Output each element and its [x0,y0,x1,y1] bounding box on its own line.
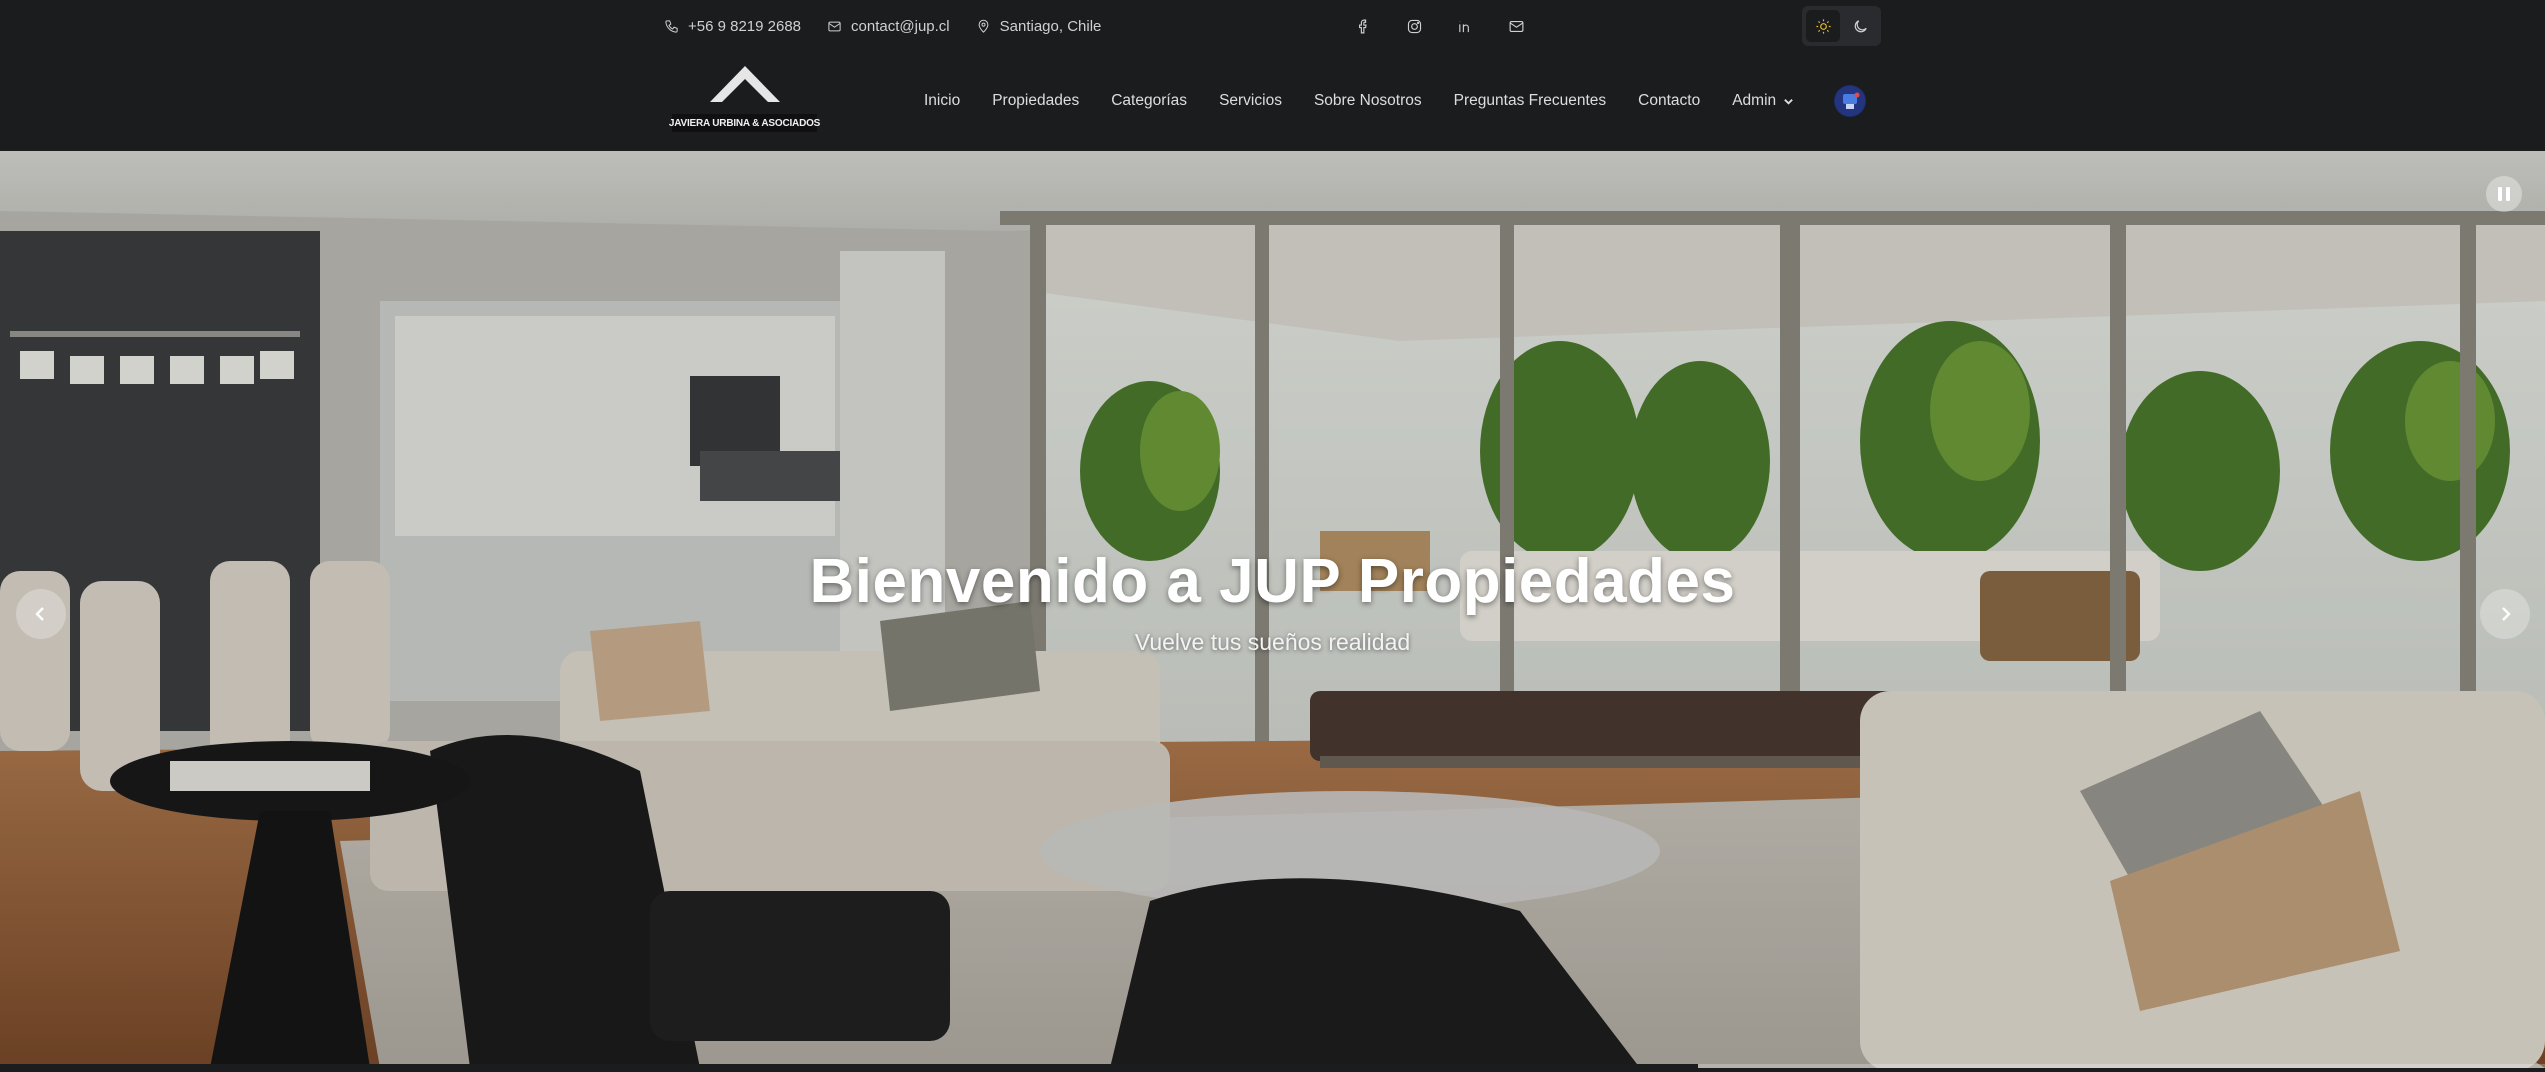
mail-icon [1509,20,1523,32]
theme-toggle [1802,6,1881,46]
nav-menu: Inicio Propiedades Categorías Servicios … [924,92,1794,110]
email-link[interactable] [1507,17,1525,35]
phone-icon [665,19,678,33]
hero-carousel: Bienvenido a JUP Propiedades Vuelve tus … [0,151,2545,1068]
brand-logo[interactable]: JAVIERA URBINA & ASOCIADOS [669,64,820,140]
instagram-icon [1407,19,1421,33]
logo-text: JAVIERA URBINA & ASOCIADOS [669,114,820,132]
carousel-pause-button[interactable] [2486,176,2522,212]
nav-sobre-nosotros[interactable]: Sobre Nosotros [1314,92,1422,110]
nav-inicio[interactable]: Inicio [924,92,960,110]
nav-preguntas-frecuentes[interactable]: Preguntas Frecuentes [1454,92,1607,110]
carousel-next-button[interactable] [2480,589,2530,639]
email-contact[interactable]: contact@jup.cl [827,18,950,35]
slide-progress-fill [0,1064,1698,1068]
linkedin-link[interactable] [1456,17,1474,35]
instagram-link[interactable] [1405,17,1423,35]
nav-contacto[interactable]: Contacto [1638,92,1700,110]
nav-servicios[interactable]: Servicios [1219,92,1282,110]
linkedin-icon [1458,20,1469,32]
hero-text: Bienvenido a JUP Propiedades Vuelve tus … [0,546,2545,656]
hero-subtitle: Vuelve tus sueños realidad [1134,629,1411,655]
chevron-right-icon [2502,607,2511,621]
moon-icon [1854,19,1867,32]
chevron-left-icon [35,607,44,621]
light-theme-button[interactable] [1806,10,1840,42]
phone-text: +56 9 8219 2688 [688,17,802,35]
email-text: contact@jup.cl [851,17,950,35]
nav-admin-dropdown[interactable]: Admin [1732,92,1794,110]
nav-categorias[interactable]: Categorías [1111,92,1187,110]
main-navbar: JAVIERA URBINA & ASOCIADOS Inicio Propie… [0,52,2545,151]
nav-propiedades[interactable]: Propiedades [992,92,1079,110]
nav-admin-label: Admin [1732,92,1777,109]
facebook-icon [1358,19,1367,33]
phone-contact[interactable]: +56 9 8219 2688 [664,18,801,35]
pause-icon [2498,187,2502,201]
social-links [1354,14,1525,38]
location-text: Santiago, Chile [999,17,1102,35]
chevron-down-icon [1784,98,1793,105]
map-pin-icon [978,19,989,33]
location-contact: Santiago, Chile [976,17,1102,35]
contact-info: +56 9 8219 2688 contact@jup.cl Santiago,… [664,14,1101,38]
carousel-prev-button[interactable] [16,589,66,639]
dark-theme-button[interactable] [1843,10,1877,42]
sun-icon [1815,18,1831,34]
avatar-image [1835,86,1865,116]
hero-title: Bienvenido a JUP Propiedades [809,547,1736,616]
slide-progress-bar [0,1064,2545,1068]
facebook-link[interactable] [1354,17,1372,35]
user-avatar[interactable] [1834,85,1866,117]
top-bar: +56 9 8219 2688 contact@jup.cl Santiago,… [0,0,2545,52]
mail-icon [828,21,841,31]
